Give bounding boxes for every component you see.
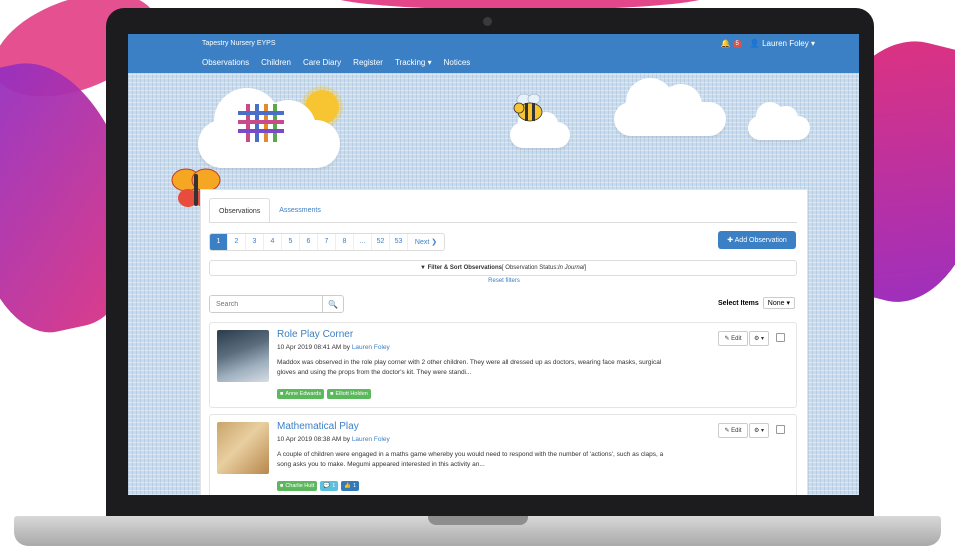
tab-divider — [209, 222, 797, 223]
gear-dropdown-button[interactable]: ⚙ ▾ — [749, 331, 769, 346]
cloud-illustration — [614, 78, 726, 136]
page-link[interactable]: 3 — [246, 234, 264, 250]
child-avatar-icon: ■ — [280, 391, 284, 397]
child-tags: ■ Charlie Hutt 💬 1 👍 1 — [277, 481, 360, 491]
filter-status-prefix: [ Observation Status: — [501, 265, 558, 271]
observation-meta: 10 Apr 2019 08:41 AM by Lauren Foley — [277, 344, 390, 351]
observations-panel: Observations Assessments 1 2 3 4 5 6 7 8… — [200, 189, 808, 495]
page-link[interactable]: 1 — [210, 234, 228, 250]
tapestry-logo-icon — [238, 104, 284, 142]
observation-text: A couple of children were engaged in a m… — [277, 451, 664, 468]
likes-badge[interactable]: 👍 1 — [341, 481, 360, 491]
page-link[interactable]: 8 — [336, 234, 354, 250]
page-ellipsis: ... — [354, 234, 372, 250]
child-tag-label: Elliott Holden — [335, 391, 368, 397]
nav-children[interactable]: Children — [261, 58, 291, 67]
select-checkbox[interactable] — [776, 425, 785, 434]
page-link[interactable]: 4 — [264, 234, 282, 250]
filter-status-value: In Journal — [557, 265, 585, 271]
page-link[interactable]: 2 — [228, 234, 246, 250]
page-link[interactable]: 52 — [372, 234, 390, 250]
observation-card: Mathematical Play 10 Apr 2019 08:38 AM b… — [209, 414, 797, 495]
child-tag-label: Anne Edwards — [285, 391, 322, 397]
filter-title: ▼ Filter & Sort Observations — [419, 265, 502, 271]
nav-right: 🔔 5 👤 Lauren Foley ▾ — [721, 39, 815, 48]
likes-count: 1 — [353, 483, 357, 489]
child-tags: ■ Anne Edwards ■ Elliott Holden — [277, 389, 371, 399]
brand-title[interactable]: Tapestry Nursery EYPS — [202, 40, 276, 47]
search-input[interactable] — [210, 296, 322, 312]
notifications[interactable]: 🔔 5 — [721, 39, 742, 48]
edit-button[interactable]: ✎ Edit — [718, 423, 748, 438]
thumbs-up-icon: 👍 — [344, 483, 352, 489]
child-avatar-icon: ■ — [330, 391, 334, 397]
observation-thumbnail[interactable] — [217, 330, 269, 382]
child-tag[interactable]: ■ Anne Edwards — [277, 389, 325, 399]
pagination: 1 2 3 4 5 6 7 8 ... 52 53 Next ❯ — [209, 233, 445, 251]
filter-sort-toggle[interactable]: ▼ Filter & Sort Observations [ Observati… — [209, 260, 797, 276]
search-icon: 🔍 — [328, 299, 338, 309]
select-items-dropdown[interactable]: None ▾ — [762, 297, 795, 309]
laptop-notch — [428, 516, 528, 525]
observation-author-link[interactable]: Lauren Foley — [352, 344, 390, 351]
child-tag-label: Charlie Hutt — [285, 483, 315, 489]
user-menu[interactable]: 👤 Lauren Foley ▾ — [750, 39, 815, 48]
page-link[interactable]: 6 — [300, 234, 318, 250]
nav-register[interactable]: Register — [353, 58, 383, 67]
observation-date: 10 Apr 2019 08:38 AM by — [277, 436, 352, 443]
tab-observations[interactable]: Observations — [209, 198, 271, 223]
nav-observations[interactable]: Observations — [202, 58, 249, 67]
add-observation-button[interactable]: ✚ Add Observation — [718, 231, 796, 249]
nav-care-diary[interactable]: Care Diary — [303, 58, 341, 67]
tab-assessments[interactable]: Assessments — [270, 198, 330, 223]
child-tag[interactable]: ■ Elliott Holden — [327, 389, 371, 399]
observation-card: Role Play Corner 10 Apr 2019 08:41 AM by… — [209, 322, 797, 408]
observation-date: 10 Apr 2019 08:41 AM by — [277, 344, 352, 351]
nav-menu: Observations Children Care Diary Registe… — [202, 58, 470, 67]
gear-dropdown-button[interactable]: ⚙ ▾ — [749, 423, 769, 438]
comments-count: 1 — [332, 483, 336, 489]
camera-icon — [483, 17, 492, 26]
filter-status-suffix: ] — [584, 265, 587, 271]
page-link[interactable]: 7 — [318, 234, 336, 250]
app-screen: Tapestry Nursery EYPS Observations Child… — [128, 34, 859, 495]
navbar: Tapestry Nursery EYPS Observations Child… — [128, 34, 859, 73]
select-items: Select Items None ▾ — [718, 297, 795, 309]
child-tag[interactable]: ■ Charlie Hutt — [277, 481, 318, 491]
comment-icon: 💬 — [323, 483, 331, 489]
child-avatar-icon: ■ — [280, 483, 284, 489]
page-link[interactable]: 53 — [390, 234, 408, 250]
tab-bar: Observations Assessments — [209, 198, 330, 223]
notification-badge: 5 — [732, 39, 742, 48]
cloud-illustration — [748, 102, 810, 140]
observation-title[interactable]: Role Play Corner — [277, 329, 353, 340]
comments-badge[interactable]: 💬 1 — [320, 481, 339, 491]
user-name: Lauren Foley ▾ — [762, 39, 815, 48]
next-page-button[interactable]: Next ❯ — [408, 234, 444, 250]
observation-author-link[interactable]: Lauren Foley — [352, 436, 390, 443]
observation-title[interactable]: Mathematical Play — [277, 421, 359, 432]
search-box: 🔍 — [209, 295, 344, 313]
select-checkbox[interactable] — [776, 333, 785, 342]
user-icon: 👤 — [749, 39, 760, 48]
observation-meta: 10 Apr 2019 08:38 AM by Lauren Foley — [277, 436, 390, 443]
reset-filters-link[interactable]: Reset filters — [201, 278, 807, 284]
nav-tracking[interactable]: Tracking ▾ — [395, 58, 432, 67]
observation-thumbnail[interactable] — [217, 422, 269, 474]
nav-notices[interactable]: Notices — [444, 58, 471, 67]
observation-text: Maddox was observed in the role play cor… — [277, 359, 662, 376]
laptop-base — [14, 516, 941, 546]
bell-icon: 🔔 — [720, 39, 731, 48]
bee-illustration — [513, 93, 543, 122]
edit-button[interactable]: ✎ Edit — [718, 331, 748, 346]
page-link[interactable]: 5 — [282, 234, 300, 250]
select-items-label: Select Items — [717, 299, 759, 307]
search-button[interactable]: 🔍 — [322, 296, 343, 312]
